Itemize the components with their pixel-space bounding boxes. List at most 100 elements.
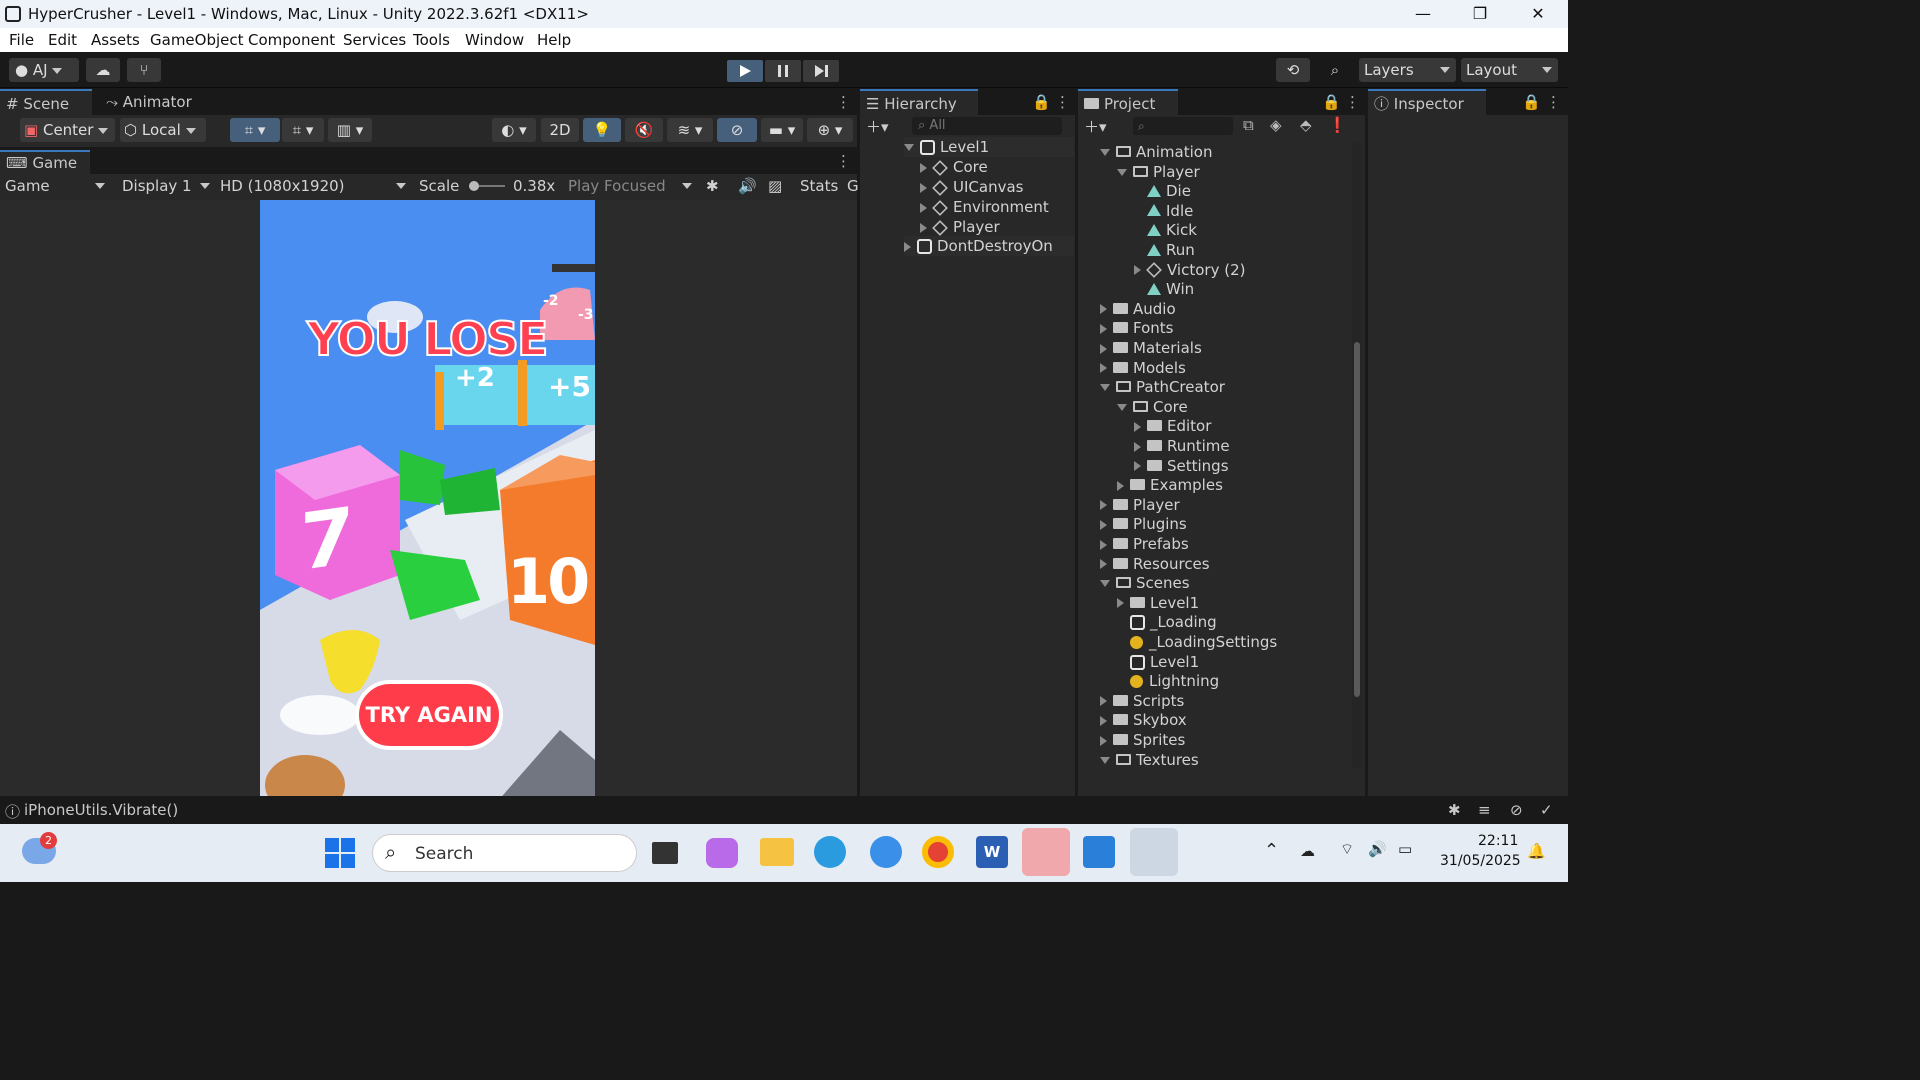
menu-window[interactable]: Window [465,31,524,49]
lock-icon[interactable]: 🔒 [1322,93,1341,111]
tab-hierarchy[interactable]: ☰ Hierarchy [860,89,978,115]
camera-dropdown[interactable]: ▬ ▾ [761,118,803,142]
project-item[interactable]: Scripts [1100,691,1184,711]
project-item[interactable]: Textures [1100,750,1199,770]
audio-icon[interactable]: 🔊 [738,174,757,198]
wifi-icon[interactable]: ⌔ [1340,840,1354,859]
tab-inspector[interactable]: ⓘ Inspector [1368,89,1486,115]
project-item[interactable]: Core [1117,397,1188,417]
chevron-up-icon[interactable]: ⌃ [1264,840,1279,861]
expand-arrow-icon[interactable] [1134,461,1141,472]
menu-help[interactable]: Help [537,31,571,49]
search-by-type-icon[interactable]: ⧉ [1243,116,1254,134]
game-view-dropdown[interactable]: Game [5,174,109,198]
hierarchy-search-input[interactable]: ⌕ All [912,117,1062,135]
expand-arrow-icon[interactable] [1117,403,1127,411]
more-options-icon[interactable]: ⋮ [836,152,851,170]
project-item[interactable]: Idle [1134,201,1193,221]
project-item[interactable]: Resources [1100,554,1210,574]
copilot-icon[interactable] [706,838,738,868]
close-button[interactable]: ✕ [1515,0,1561,28]
audio-toggle[interactable]: 🔇 [625,118,663,142]
project-item[interactable]: Level1 [1117,593,1199,613]
clock-date[interactable]: 31/05/2025 [1440,853,1521,869]
project-item[interactable]: Animation [1100,142,1212,162]
project-item[interactable]: Sprites [1100,730,1185,750]
menu-assets[interactable]: Assets [91,31,140,49]
account-dropdown[interactable]: ● AJ [9,58,79,82]
project-item[interactable]: Editor [1134,416,1211,436]
hierarchy-dontdestroy-row[interactable]: DontDestroyOn [904,236,1074,256]
project-item[interactable]: PathCreator [1100,377,1225,397]
minimize-button[interactable]: — [1400,0,1446,28]
progress-icon[interactable]: ≡ [1478,801,1491,819]
more-options-icon[interactable]: ⋮ [1345,93,1360,111]
expand-arrow-icon[interactable] [1100,363,1107,374]
battery-icon[interactable]: ▭ [1398,840,1412,858]
space-dropdown[interactable]: ⬡ Local [120,118,206,142]
frame-debug-icon[interactable]: ▨ [768,174,782,198]
increment-snap-button[interactable]: ⌗ ▾ [282,118,324,142]
expand-arrow-icon[interactable] [1100,580,1110,588]
search-button[interactable]: ⌕ [1318,58,1352,82]
hierarchy-item-player[interactable]: Player [920,217,1000,237]
menu-component[interactable]: Component [248,31,335,49]
project-item[interactable]: Runtime [1134,436,1230,456]
project-item[interactable]: Examples [1117,475,1223,495]
expand-arrow-icon[interactable] [1100,735,1107,746]
project-item[interactable]: Models [1100,358,1186,378]
debug-icon[interactable]: ✱ [1448,801,1461,819]
project-search-input[interactable]: ⌕ [1133,117,1233,135]
scrollbar-thumb[interactable] [1354,342,1360,697]
expand-arrow-icon[interactable] [1100,756,1110,764]
gizmos-button[interactable]: G [847,174,859,198]
cache-icon[interactable]: ⊘ [1510,801,1523,819]
project-item[interactable]: Victory (2) [1134,260,1245,280]
chrome-icon[interactable] [922,836,954,868]
project-item[interactable]: Player [1100,495,1180,515]
hierarchy-item-environment[interactable]: Environment [920,197,1049,217]
expand-arrow-icon[interactable] [1100,304,1107,315]
bug-icon[interactable]: ✱ [706,174,719,198]
project-item[interactable]: Plugins [1100,514,1187,534]
expand-arrow-icon[interactable] [1100,715,1107,726]
task-view-icon[interactable] [652,842,678,864]
more-options-icon[interactable]: ⋮ [1546,93,1561,111]
more-options-icon[interactable]: ⋮ [1055,93,1070,111]
expand-arrow-icon[interactable] [1134,421,1141,432]
word-icon[interactable]: W [976,836,1008,868]
project-item[interactable]: Lightning [1117,671,1219,691]
cloud-button[interactable]: ☁ [86,58,120,82]
expand-arrow-icon[interactable] [1100,384,1110,392]
tab-scene[interactable]: # Scene [0,89,92,115]
menu-edit[interactable]: Edit [48,31,77,49]
hierarchy-scene-row[interactable]: Level1 [904,137,1074,157]
display-dropdown[interactable]: Display 1 [122,174,212,198]
project-item[interactable]: Level1 [1117,652,1199,672]
hierarchy-item-uicanvas[interactable]: UICanvas [920,177,1023,197]
project-item[interactable]: Player [1117,162,1200,182]
project-item[interactable]: Die [1134,181,1191,201]
check-icon[interactable]: ✓ [1540,801,1553,819]
layout-dropdown[interactable]: Layout [1461,58,1558,82]
expand-arrow-icon[interactable] [1134,441,1141,452]
project-item[interactable]: Prefabs [1100,534,1189,554]
project-item[interactable]: Win [1134,279,1194,299]
expand-arrow-icon[interactable] [1117,480,1124,491]
add-button[interactable]: ＋▾ [1084,116,1107,137]
collab-button[interactable]: ⑂ [127,58,161,82]
start-icon[interactable] [325,838,355,868]
expand-arrow-icon[interactable] [1100,696,1107,707]
expand-arrow-icon[interactable] [1100,519,1107,530]
unity-hub-icon[interactable] [1022,828,1070,876]
layers-dropdown[interactable]: Layers [1359,58,1456,82]
lock-icon[interactable]: 🔒 [1522,93,1541,111]
maximize-button[interactable]: ❐ [1457,0,1503,28]
project-item[interactable]: Scenes [1100,573,1190,593]
menu-tools[interactable]: Tools [413,31,450,49]
shading-dropdown[interactable]: ◐ ▾ [492,118,536,142]
file-explorer-icon[interactable] [760,838,794,866]
game-screen[interactable]: YOU LOSE +2 +5 -2 -3 7 10 TRY AGAIN [260,200,595,796]
menu-services[interactable]: Services [343,31,406,49]
filter-type-icon[interactable]: ◈ [1270,116,1282,134]
